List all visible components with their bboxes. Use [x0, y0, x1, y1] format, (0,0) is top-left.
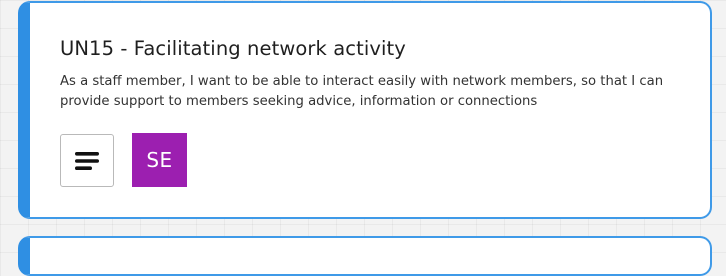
- card-description: As a staff member, I want to be able to …: [60, 74, 664, 109]
- card-title: UN15 - Facilitating network activity: [60, 37, 406, 60]
- text-lines-icon: [75, 151, 99, 170]
- story-card[interactable]: UN15 - Facilitating network activity As …: [18, 1, 712, 219]
- next-story-card[interactable]: [18, 236, 712, 276]
- description-button[interactable]: [60, 134, 114, 187]
- assignee-avatar[interactable]: SE: [132, 133, 187, 187]
